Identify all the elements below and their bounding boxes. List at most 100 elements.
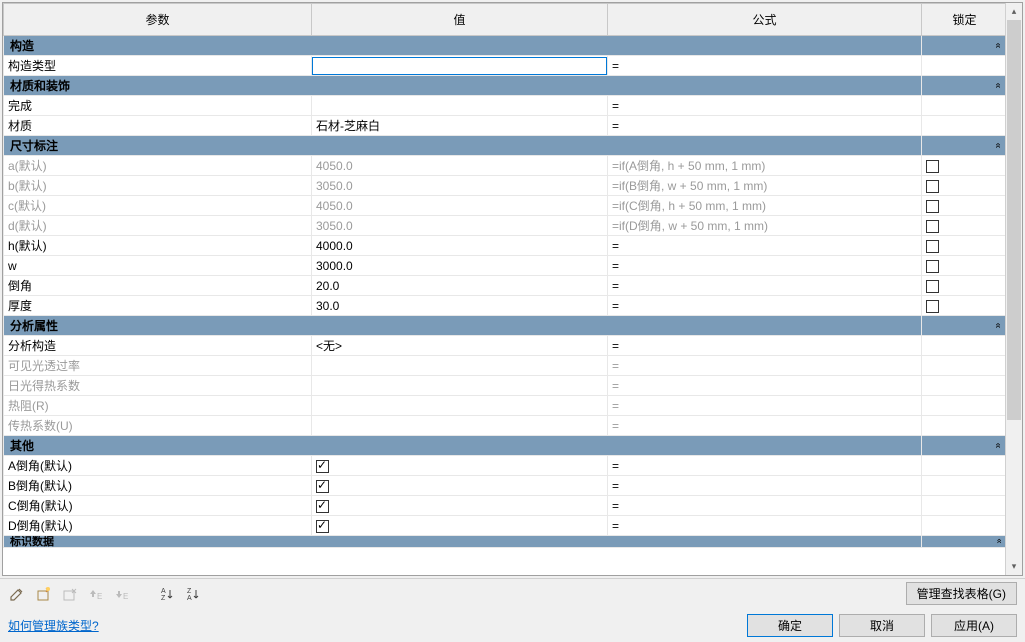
param-lock-cell[interactable] [922, 396, 1006, 416]
param-formula-cell[interactable]: = [608, 336, 922, 356]
param-row[interactable]: 分析构造<无>= [4, 336, 1006, 356]
param-row[interactable]: B倒角(默认) = [4, 476, 1006, 496]
param-name-cell[interactable]: B倒角(默认) [4, 476, 312, 496]
group-header[interactable]: 尺寸标注» [4, 136, 1006, 156]
manage-lookup-tables-button[interactable]: 管理查找表格(G) [906, 582, 1017, 605]
chevron-collapse-icon[interactable]: » [922, 136, 1006, 156]
param-row[interactable]: a(默认)4050.0=if(A倒角, h + 50 mm, 1 mm) [4, 156, 1006, 176]
param-value-cell[interactable] [312, 476, 608, 496]
param-name-cell[interactable]: 分析构造 [4, 336, 312, 356]
param-value-cell[interactable]: 3050.0 [312, 176, 608, 196]
cancel-button[interactable]: 取消 [839, 614, 925, 637]
param-value-cell[interactable] [312, 516, 608, 536]
param-formula-cell[interactable]: =if(C倒角, h + 50 mm, 1 mm) [608, 196, 922, 216]
param-value-cell[interactable] [312, 456, 608, 476]
param-formula-cell[interactable]: =if(A倒角, h + 50 mm, 1 mm) [608, 156, 922, 176]
value-checkbox[interactable] [316, 520, 329, 533]
param-value-cell[interactable]: 3000.0 [312, 256, 608, 276]
col-header-lock[interactable]: 锁定 [922, 4, 1006, 36]
param-lock-cell[interactable] [922, 376, 1006, 396]
param-formula-cell[interactable]: = [608, 96, 922, 116]
param-formula-cell[interactable]: = [608, 56, 922, 76]
param-row[interactable]: 倒角20.0= [4, 276, 1006, 296]
param-formula-cell[interactable]: = [608, 396, 922, 416]
param-row[interactable]: 热阻(R)= [4, 396, 1006, 416]
param-row[interactable]: b(默认)3050.0=if(B倒角, w + 50 mm, 1 mm) [4, 176, 1006, 196]
param-lock-cell[interactable] [922, 456, 1006, 476]
param-value-cell[interactable] [312, 496, 608, 516]
param-lock-cell[interactable] [922, 216, 1006, 236]
param-value-cell[interactable] [312, 56, 608, 76]
param-name-cell[interactable]: d(默认) [4, 216, 312, 236]
lock-checkbox[interactable] [926, 240, 939, 253]
param-lock-cell[interactable] [922, 116, 1006, 136]
param-value-cell[interactable] [312, 416, 608, 436]
param-value-cell[interactable] [312, 356, 608, 376]
param-formula-cell[interactable]: = [608, 236, 922, 256]
param-name-cell[interactable]: 厚度 [4, 296, 312, 316]
param-row[interactable]: 完成 = [4, 96, 1006, 116]
lock-checkbox[interactable] [926, 260, 939, 273]
lock-checkbox[interactable] [926, 220, 939, 233]
param-name-cell[interactable]: 完成 [4, 96, 312, 116]
param-row[interactable]: 日光得热系数= [4, 376, 1006, 396]
param-row[interactable]: d(默认)3050.0=if(D倒角, w + 50 mm, 1 mm) [4, 216, 1006, 236]
param-value-cell[interactable] [312, 376, 608, 396]
sort-desc-icon[interactable]: ZA [184, 585, 202, 603]
param-formula-cell[interactable]: = [608, 476, 922, 496]
lock-checkbox[interactable] [926, 180, 939, 193]
param-lock-cell[interactable] [922, 56, 1006, 76]
param-formula-cell[interactable]: = [608, 116, 922, 136]
lock-checkbox[interactable] [926, 280, 939, 293]
scroll-up-icon[interactable]: ▴ [1006, 3, 1022, 20]
param-name-cell[interactable]: C倒角(默认) [4, 496, 312, 516]
param-formula-cell[interactable]: = [608, 496, 922, 516]
param-formula-cell[interactable]: = [608, 296, 922, 316]
value-input[interactable] [312, 57, 607, 75]
param-row[interactable]: 传热系数(U)= [4, 416, 1006, 436]
help-link[interactable]: 如何管理族类型? [8, 617, 99, 634]
param-lock-cell[interactable] [922, 196, 1006, 216]
param-row[interactable]: w3000.0= [4, 256, 1006, 276]
value-checkbox[interactable] [316, 500, 329, 513]
param-row[interactable]: c(默认)4050.0=if(C倒角, h + 50 mm, 1 mm) [4, 196, 1006, 216]
param-name-cell[interactable]: D倒角(默认) [4, 516, 312, 536]
param-name-cell[interactable]: c(默认) [4, 196, 312, 216]
param-name-cell[interactable]: 可见光透过率 [4, 356, 312, 376]
param-value-cell[interactable]: 4050.0 [312, 156, 608, 176]
group-header[interactable]: 其他» [4, 436, 1006, 456]
param-formula-cell[interactable]: =if(D倒角, w + 50 mm, 1 mm) [608, 216, 922, 236]
param-row[interactable]: C倒角(默认) = [4, 496, 1006, 516]
param-lock-cell[interactable] [922, 356, 1006, 376]
param-lock-cell[interactable] [922, 296, 1006, 316]
sort-asc-icon[interactable]: AZ [158, 585, 176, 603]
chevron-collapse-icon[interactable]: » [922, 76, 1006, 96]
param-formula-cell[interactable]: = [608, 256, 922, 276]
param-name-cell[interactable]: a(默认) [4, 156, 312, 176]
lock-checkbox[interactable] [926, 160, 939, 173]
param-name-cell[interactable]: 传热系数(U) [4, 416, 312, 436]
col-header-value[interactable]: 值 [312, 4, 608, 36]
param-name-cell[interactable]: h(默认) [4, 236, 312, 256]
param-formula-cell[interactable]: = [608, 516, 922, 536]
chevron-collapse-icon[interactable]: » [922, 436, 1006, 456]
param-value-cell[interactable]: 石材-芝麻白 [312, 116, 608, 136]
group-header[interactable]: 构造» [4, 36, 1006, 56]
value-checkbox[interactable] [316, 460, 329, 473]
param-lock-cell[interactable] [922, 496, 1006, 516]
param-formula-cell[interactable]: = [608, 276, 922, 296]
param-lock-cell[interactable] [922, 336, 1006, 356]
param-lock-cell[interactable] [922, 236, 1006, 256]
group-header[interactable]: 材质和装饰» [4, 76, 1006, 96]
param-row[interactable]: 构造类型= [4, 56, 1006, 76]
param-row[interactable]: A倒角(默认)= [4, 456, 1006, 476]
ok-button[interactable]: 确定 [747, 614, 833, 637]
scrollbar-thumb[interactable] [1007, 20, 1021, 420]
param-name-cell[interactable]: b(默认) [4, 176, 312, 196]
param-row[interactable]: D倒角(默认) = [4, 516, 1006, 536]
param-formula-cell[interactable]: =if(B倒角, w + 50 mm, 1 mm) [608, 176, 922, 196]
param-row[interactable]: 厚度30.0= [4, 296, 1006, 316]
param-value-cell[interactable]: <无> [312, 336, 608, 356]
param-lock-cell[interactable] [922, 516, 1006, 536]
new-param-icon[interactable] [34, 585, 52, 603]
